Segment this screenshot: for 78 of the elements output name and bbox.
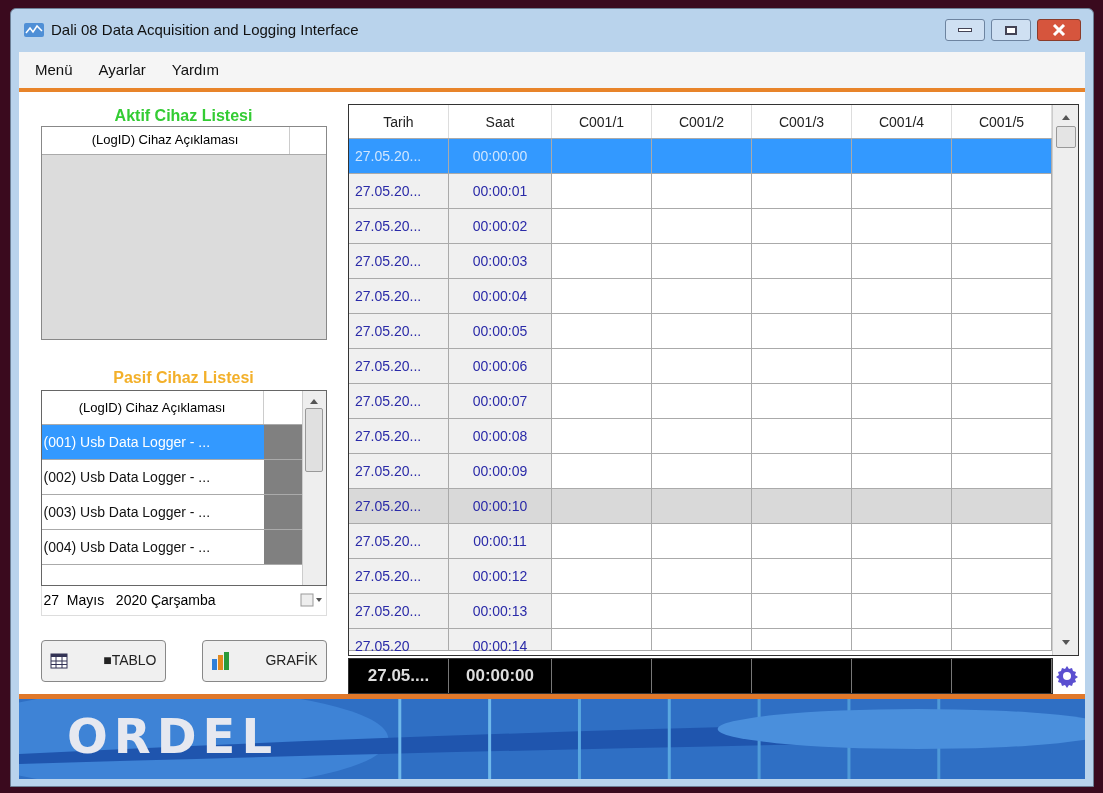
scroll-thumb[interactable]	[1055, 125, 1076, 148]
scrollbar[interactable]	[1052, 104, 1078, 655]
table-cell: 27.05.20...	[349, 593, 449, 628]
table-cell: 27.05.20...	[349, 138, 449, 173]
footer-cell: 27.05....	[349, 658, 449, 693]
table-cell: 00:00:01	[449, 173, 552, 208]
column-header: (LogID) Cihaz Açıklaması	[41, 390, 264, 424]
table-button[interactable]: ■TABLO	[40, 639, 166, 682]
table-row[interactable]: 27.05.20... 00:00:05	[349, 313, 1052, 349]
app-icon	[23, 21, 45, 40]
logo: ORDEL	[67, 710, 278, 761]
table-row[interactable]: 27.05.20... 00:00:13	[349, 593, 1052, 629]
table-cell: 27.05.20...	[349, 453, 449, 488]
table-cell: 00:00:09	[449, 453, 552, 488]
footer-cell: 00:00:00	[449, 658, 552, 693]
table-row[interactable]: 27.05.20... 00:00:01	[349, 173, 1052, 209]
calendar-icon	[299, 593, 324, 608]
table-row[interactable]: 27.05.20 00:00:14	[349, 628, 1052, 651]
column-header[interactable]: Tarih	[349, 104, 449, 138]
table-cell: 00:00:00	[449, 138, 552, 173]
menu-item[interactable]: Menü	[35, 58, 73, 82]
column-header[interactable]: C001/4	[852, 104, 952, 138]
minimize-button[interactable]	[945, 19, 985, 42]
table-row[interactable]: 27.05.20... 00:00:03	[349, 243, 1052, 279]
table-cell: 00:00:04	[449, 278, 552, 313]
table-cell: 27.05.20...	[349, 243, 449, 278]
table-cell: 00:00:03	[449, 243, 552, 278]
table-cell: 27.05.20...	[349, 208, 449, 243]
table-cell: 00:00:13	[449, 593, 552, 628]
close-button[interactable]	[1037, 19, 1081, 42]
table-cell: 27.05.20...	[349, 278, 449, 313]
table-row[interactable]: 27.05.20... 00:00:08	[349, 418, 1052, 454]
maximize-button[interactable]	[991, 19, 1031, 42]
table-cell: 00:00:05	[449, 313, 552, 348]
table-cell: 27.05.20...	[349, 383, 449, 418]
table-cell: 27.05.20...	[349, 348, 449, 383]
window-title: Dali 08 Data Acquisition and Logging Interface	[51, 20, 359, 41]
table-cell: 00:00:07	[449, 383, 552, 418]
menu-item[interactable]: Ayarlar	[98, 58, 146, 82]
date-picker[interactable]: 27 Mayıs 2020 Çarşamba	[40, 585, 327, 616]
column-header[interactable]: Saat	[449, 104, 552, 138]
table-cell: 27.05.20...	[349, 558, 449, 593]
table-row[interactable]: 27.05.20... 00:00:02	[349, 208, 1052, 244]
table-row[interactable]: 27.05.20... 00:00:12	[349, 558, 1052, 594]
table-row[interactable]: 27.05.20... 00:00:07	[349, 383, 1052, 419]
table-row[interactable]: 27.05.20... 00:00:10	[349, 488, 1052, 524]
scroll-down-icon[interactable]	[1061, 639, 1070, 645]
table-cell: 27.05.20...	[349, 523, 449, 558]
table-cell: 27.05.20...	[349, 313, 449, 348]
table-cell: 27.05.20	[349, 628, 449, 650]
table-cell: 00:00:14	[449, 628, 552, 650]
table-cell: 27.05.20...	[349, 418, 449, 453]
table-cell: 00:00:10	[449, 488, 552, 523]
table-row[interactable]: 27.05.20... 00:00:09	[349, 453, 1052, 489]
table-cell: 00:00:08	[449, 418, 552, 453]
column-header[interactable]: C001/3	[752, 104, 852, 138]
column-header: (LogID) Cihaz Açıklaması	[41, 126, 290, 154]
table-cell: 00:00:11	[449, 523, 552, 558]
list-title: Pasif Cihaz Listesi	[113, 369, 254, 386]
chart-button[interactable]: GRAFİK	[201, 639, 327, 682]
close-icon	[1052, 24, 1066, 37]
table-cell: 27.05.20...	[349, 173, 449, 208]
table-cell: 27.05.20...	[349, 488, 449, 523]
scroll-up-icon[interactable]	[1061, 114, 1070, 120]
scroll-thumb[interactable]	[305, 407, 323, 472]
list-title: Aktif Cihaz Listesi	[114, 107, 253, 124]
table-icon	[49, 652, 68, 669]
table-row[interactable]: 27.05.20... 00:00:06	[349, 348, 1052, 384]
column-header[interactable]: C001/1	[552, 104, 652, 138]
table-cell: 00:00:12	[449, 558, 552, 593]
table-cell: 00:00:02	[449, 208, 552, 243]
scroll-up-icon[interactable]	[310, 398, 318, 404]
menu-item[interactable]: Yardım	[171, 58, 219, 82]
table-row[interactable]: 27.05.20... 00:00:11	[349, 523, 1052, 559]
table-cell: 00:00:06	[449, 348, 552, 383]
scrollbar[interactable]	[301, 390, 326, 585]
table-row[interactable]: 27.05.20... 00:00:04	[349, 278, 1052, 314]
column-header[interactable]: C001/2	[652, 104, 752, 138]
